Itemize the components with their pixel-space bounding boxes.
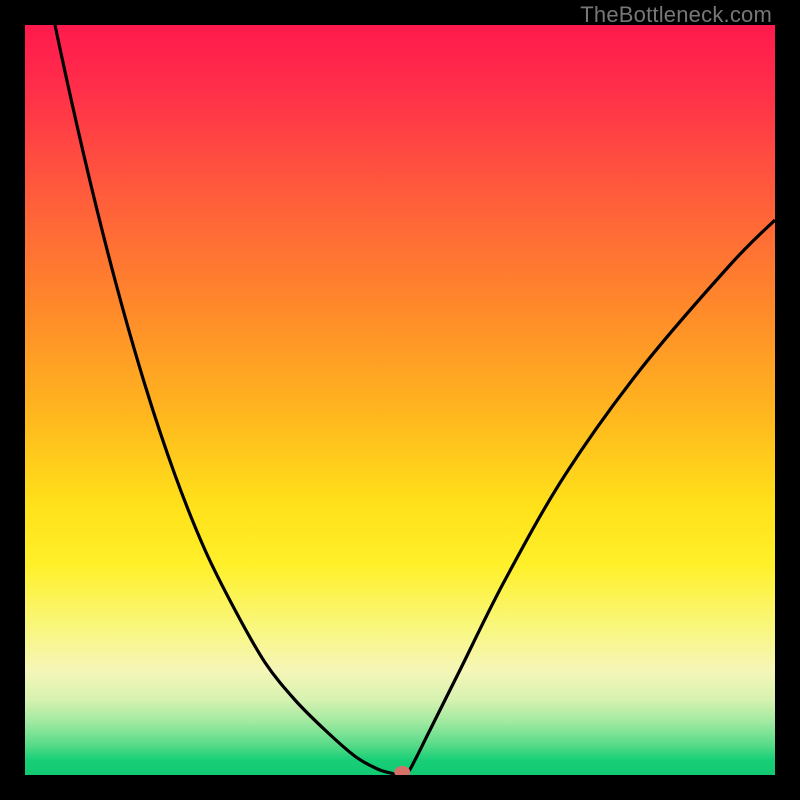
minimum-marker — [394, 766, 410, 775]
frame-left — [0, 0, 25, 800]
frame-bottom — [0, 775, 800, 800]
plot-area — [25, 25, 775, 775]
bottleneck-curve — [25, 25, 775, 775]
curve-path — [25, 25, 775, 775]
watermark: TheBottleneck.com — [580, 2, 772, 28]
frame-right — [775, 0, 800, 800]
